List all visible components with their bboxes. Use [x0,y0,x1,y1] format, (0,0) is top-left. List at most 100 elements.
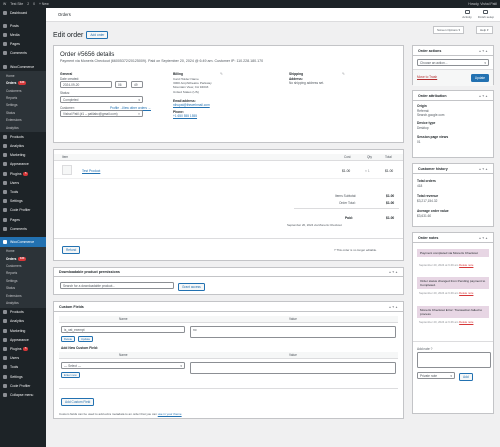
wordpress-logo-icon[interactable]: W [3,2,6,6]
sidebar-item-collapse-menu[interactable]: Collapse menu [0,390,46,399]
update-meta-button[interactable]: Update [78,336,94,342]
updates-count[interactable]: 2 [27,2,29,6]
sidebar-item-analytics[interactable]: Analytics [0,141,46,150]
delete-note-link[interactable]: Delete note [459,263,473,267]
sidebar-item-posts[interactable]: Posts [0,21,46,30]
use-in-theme-link[interactable]: use in your theme [158,412,182,416]
submenu-item-analytics[interactable]: Analytics [0,124,46,131]
sidebar-item-marketing[interactable]: Marketing [0,151,46,160]
sidebar-item-pages[interactable]: Pages [0,215,46,224]
sidebar-item-tools[interactable]: Tools [0,187,46,196]
custom-fields-header[interactable]: Custom Fields ▴▾▴ [54,302,403,312]
close-icon[interactable]: × [138,112,140,116]
help-icon: ? [430,347,433,351]
update-button[interactable]: Update [470,74,489,82]
sidebar-item-plugins[interactable]: Plugins 5 [0,169,46,178]
sidebar-item-analytics[interactable]: Analytics [0,317,46,326]
delete-meta-button[interactable]: Delete [61,336,76,342]
edit-billing-icon[interactable]: ✎ [220,72,223,76]
sidebar-item-appearance[interactable]: Appearance [0,335,46,344]
howdy-user[interactable]: Howdy, Vishal Patil [468,2,497,6]
sidebar-item-users[interactable]: Users [0,354,46,363]
refund-button[interactable]: Refund [62,246,81,254]
order-actions-header[interactable]: Order actions ▴▾▴ [413,46,493,56]
panel-controls-icon[interactable]: ▴▾▴ [479,94,489,98]
sidebar-item-pages[interactable]: Pages [0,40,46,49]
submenu-item-orders[interactable]: Orders 134 [0,80,46,87]
add-custom-field-button[interactable]: Add Custom Field [61,398,95,406]
sidebar-item-products[interactable]: Products [0,132,46,141]
submenu-item-orders[interactable]: Orders 134 [0,255,46,262]
meta-key-input[interactable]: is_vat_exempt [61,326,185,333]
panel-controls-icon[interactable]: ▴▾▴ [389,270,399,274]
submenu-item-status[interactable]: Status [0,284,46,291]
panel-controls-icon[interactable]: ▴▾▴ [479,167,489,171]
sidebar-item-settings[interactable]: Settings [0,197,46,206]
hour-input[interactable]: 06 [115,81,127,88]
meta-key-select[interactable]: — Select — ▾ [61,362,185,369]
meta-value-textarea[interactable]: no [190,326,396,338]
sidebar-item-marketing[interactable]: Marketing [0,326,46,335]
submenu-item-status[interactable]: Status [0,109,46,116]
delete-note-link[interactable]: Delete note [459,320,473,324]
customer-select[interactable]: Vishal Patil (#1 – patilabc@gmail.com) × [60,110,143,117]
panel-controls-icon[interactable]: ▴▾▴ [389,305,399,309]
panel-controls-icon[interactable]: ▴▾▴ [479,49,489,53]
panel-controls-icon[interactable]: ▴▾▴ [479,236,489,240]
sidebar-item-users[interactable]: Users [0,178,46,187]
grant-access-button[interactable]: Grant access [178,283,205,291]
submenu-item-reports[interactable]: Reports [0,270,46,277]
help-button[interactable]: Help ▾ [476,26,493,34]
add-note-button[interactable]: Add [459,373,473,381]
screen-options-button[interactable]: Screen Options ▾ [433,26,465,34]
status-select[interactable]: Completed ▾ [60,96,143,103]
sidebar-item-comments[interactable]: Comments [0,49,46,58]
new-meta-value-textarea[interactable] [190,362,396,374]
comments-count[interactable]: 0 [33,2,35,6]
minute-input[interactable]: 49 [131,81,143,88]
order-action-select[interactable]: Choose an action... ▾ [417,59,489,66]
submenu-item-home[interactable]: Home [0,72,46,79]
submenu-item-extensions[interactable]: Extensions [0,292,46,299]
submenu-item-home[interactable]: Home [0,248,46,255]
edit-shipping-icon[interactable]: ✎ [342,72,345,76]
sidebar-item-dashboard[interactable]: Dashboard [0,8,46,17]
activity-button[interactable]: Activity [462,10,472,19]
submenu-item-settings[interactable]: Settings [0,277,46,284]
submenu-item-settings[interactable]: Settings [0,102,46,109]
date-created-input[interactable]: 2024-09-20 [60,81,112,88]
sidebar-item-products[interactable]: Products [0,308,46,317]
phone-link[interactable]: +1 650 555 1555 [173,114,197,118]
submenu-item-customers[interactable]: Customers [0,262,46,269]
enter-new-button[interactable]: Enter new [61,372,80,378]
sidebar-item-settings[interactable]: Settings [0,372,46,381]
add-note-textarea[interactable] [417,352,491,368]
move-to-trash-link[interactable]: Move to Trash [417,75,437,79]
new-content-link[interactable]: + New [39,2,49,6]
site-name-link[interactable]: Test Site [10,2,23,6]
sidebar-item-tools[interactable]: Tools [0,363,46,372]
download-search-input[interactable]: Search for a downloadable product... [60,282,174,289]
history-header[interactable]: Customer history ▴▾▴ [413,164,493,174]
sidebar-item-media[interactable]: Media [0,30,46,39]
sidebar-item-plugins[interactable]: Plugins 5 [0,344,46,353]
delete-note-link[interactable]: Delete note [459,291,473,295]
add-order-button[interactable]: Add order [86,31,109,39]
sidebar-item-woocommerce[interactable]: WooCommerce [0,62,46,71]
sidebar-item-comments[interactable]: Comments [0,224,46,233]
sidebar-item-code-profiler[interactable]: Code Profiler [0,206,46,215]
email-link[interactable]: nihupat@thewebmail.com [173,103,210,107]
finish-setup-button[interactable]: Finish setup [478,10,494,19]
submenu-item-extensions[interactable]: Extensions [0,116,46,123]
attribution-header[interactable]: Order attribution ▴▾▴ [413,91,493,101]
product-link[interactable]: Test Product [82,169,100,173]
notes-header[interactable]: Order notes ▴▾▴ [413,233,493,243]
submenu-item-analytics[interactable]: Analytics [0,299,46,306]
note-type-select[interactable]: Private note ▾ [417,372,455,379]
sidebar-item-woocommerce[interactable]: WooCommerce [0,237,46,247]
sidebar-item-appearance[interactable]: Appearance [0,160,46,169]
submenu-item-reports[interactable]: Reports [0,94,46,101]
downloads-header[interactable]: Downloadable product permissions ▴▾▴ [54,268,403,277]
submenu-item-customers[interactable]: Customers [0,87,46,94]
sidebar-item-code-profiler[interactable]: Code Profiler [0,381,46,390]
